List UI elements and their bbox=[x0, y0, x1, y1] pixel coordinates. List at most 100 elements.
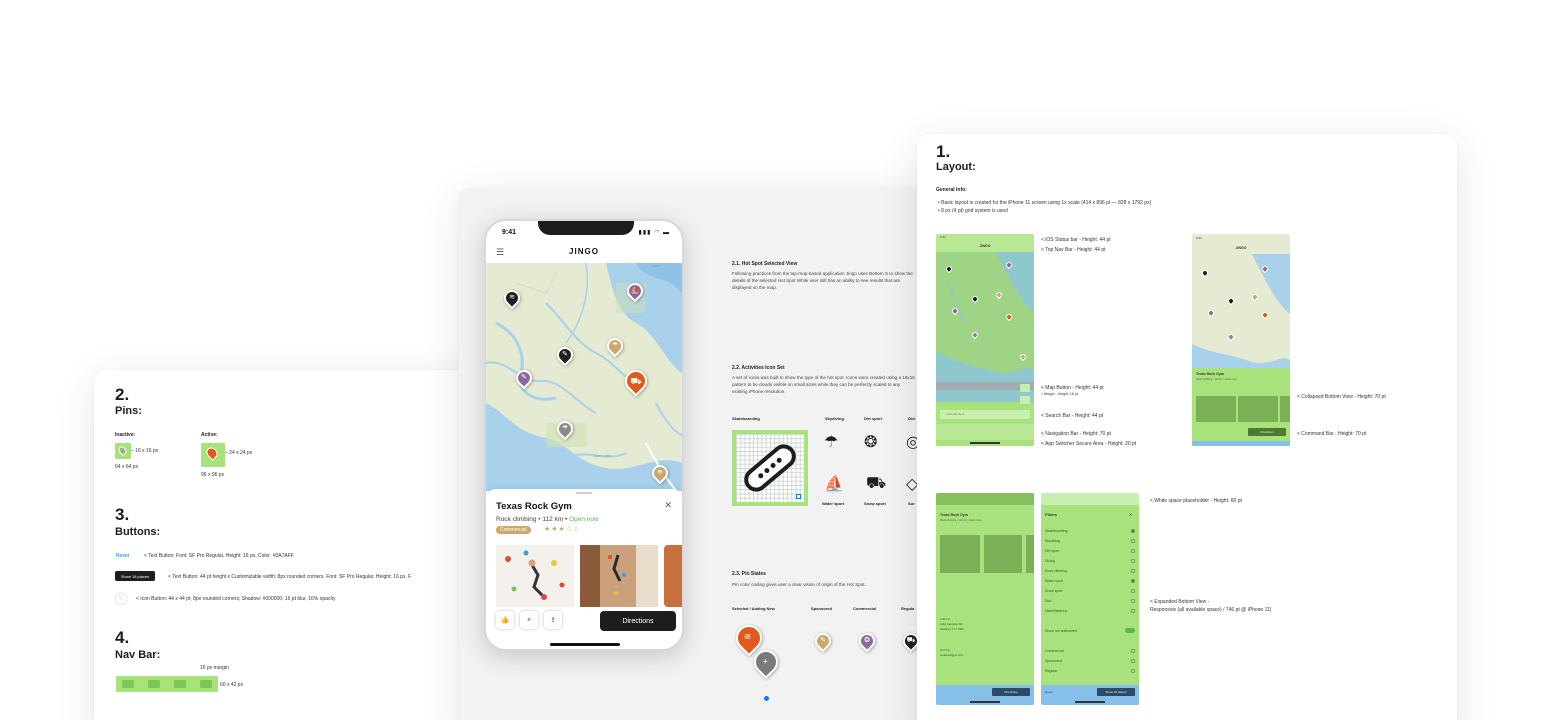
buttons-section-number: 3. bbox=[115, 505, 130, 524]
mock-photo bbox=[984, 535, 1022, 573]
mock-photo bbox=[1196, 396, 1236, 422]
gym-photo-2[interactable] bbox=[580, 545, 658, 607]
dark-button-description: < Text Button: 44 pt height x Customizab… bbox=[168, 574, 412, 580]
icon-label-skateboarding: Skateboarding bbox=[732, 416, 760, 421]
annotation-collapsed-bottom: < Collapsed Bottom View - Height: 70 pt bbox=[1297, 394, 1386, 400]
thumbs-up-icon: 👍 bbox=[500, 617, 510, 624]
mock-status-bar: 9:41 bbox=[936, 234, 1034, 242]
share-button[interactable]: ⇪ bbox=[544, 611, 562, 629]
skateboard-icon bbox=[744, 444, 796, 492]
canvas: 2. Pins: Inactive: – 16 x 16 px 64 x 64 … bbox=[0, 0, 1552, 720]
icon-label-dirt-sport: Dirt sport bbox=[864, 416, 882, 421]
map-view[interactable]: Lake Barr Lake ≋ ⛵ ✎ ☂ ✎ ⛟ ☂ ≋ bbox=[486, 263, 682, 491]
mock-show-places-button: Show 18 places bbox=[1097, 688, 1135, 696]
active-size: – 24 x 24 px bbox=[225, 450, 253, 456]
lightning-icon: ⚡ bbox=[526, 617, 532, 624]
annotation-app-switcher: < App Switcher Secure Area - Height: 20 … bbox=[1041, 441, 1137, 447]
gym-meta: Rock climbing • 112 km • Open now bbox=[496, 516, 599, 523]
mock-checkbox bbox=[1131, 659, 1135, 663]
dirt-sport-icon: ❂ bbox=[864, 637, 870, 644]
pin-states-body: Pin color coding gives user a clear visi… bbox=[732, 582, 866, 587]
status-icons: ▮▮▮ ◠ ▬ bbox=[638, 230, 670, 236]
pin-state-label-sponsored: Sponsored bbox=[811, 606, 832, 611]
annotation-top-nav: < Top Nav Bar - Height: 44 pt bbox=[1041, 247, 1106, 253]
mock-directions-button: Directions bbox=[992, 688, 1030, 696]
mock-white-space bbox=[936, 493, 1034, 505]
diving-icon: ≋ bbox=[657, 469, 663, 476]
icon-label-water-sport: Water sport bbox=[822, 501, 845, 506]
app-brand: JINGO bbox=[569, 247, 599, 256]
mock-map bbox=[936, 252, 1034, 402]
gym-title: Texas Rock Gym bbox=[496, 501, 572, 512]
bottom-sheet: Texas Rock Gym ✕ Rock climbing • 112 km … bbox=[486, 489, 682, 649]
activities-body: A set of icons was built to show the typ… bbox=[732, 375, 915, 394]
close-icon[interactable]: ✕ bbox=[664, 500, 672, 511]
pin-state-label-commercial: Commercial bbox=[853, 606, 876, 611]
active-label: Active: bbox=[201, 432, 218, 438]
icon-label-skydiving: Skydiving bbox=[825, 416, 844, 421]
dirt-sport-icon: ✎ bbox=[521, 374, 527, 381]
annotation-navigation-bar: < Navigation Bar - Height: 70 pt bbox=[1041, 431, 1111, 437]
general-info-label: General Info: bbox=[936, 187, 967, 193]
mock-white-space bbox=[1041, 493, 1139, 505]
reset-text-button[interactable]: Reset bbox=[116, 553, 129, 559]
layout-mock-main: 9:41 JINGO Find Hot Spot bbox=[936, 234, 1034, 446]
nav-tab[interactable] bbox=[148, 680, 160, 688]
sheet-grabber[interactable] bbox=[576, 492, 592, 494]
open-status: Open now bbox=[569, 516, 599, 523]
annotation-white-space: < White space placeholder - Height: 60 p… bbox=[1150, 498, 1242, 504]
mock-photo bbox=[1026, 535, 1034, 573]
buttons-section-title: Buttons: bbox=[115, 526, 161, 538]
heart-icon-button[interactable]: ♡ bbox=[116, 594, 126, 604]
navbar-section-title: Nav Bar: bbox=[115, 649, 161, 661]
inactive-label: Inactive: bbox=[115, 432, 136, 438]
annotation-command-bar: < Command Bar - Height: 70 pt bbox=[1297, 431, 1367, 437]
hot-spot-body: Following practices from the top-map-bas… bbox=[732, 271, 913, 290]
mock-photo bbox=[940, 535, 980, 573]
dirt-sport-icon: ✎ bbox=[820, 637, 826, 644]
navbar-size-note: 60 x 42 px bbox=[220, 682, 244, 688]
status-time: 9:41 bbox=[502, 229, 517, 236]
annotation-map-button: < Map Button - Height: 44 pt bbox=[1041, 385, 1104, 391]
directions-button[interactable]: Directions bbox=[600, 611, 676, 631]
nav-tab[interactable] bbox=[122, 680, 134, 688]
mock-checkbox bbox=[1131, 559, 1135, 563]
pin-states-heading: 2.3. Pin States bbox=[732, 571, 766, 577]
climbing-wall-image bbox=[496, 545, 574, 607]
inactive-size: – 16 x 16 px bbox=[131, 448, 159, 454]
mock-collapsed-sheet: Texas Rock Gym Rock climbing • 112 km • … bbox=[1192, 368, 1290, 446]
mock-home-indicator bbox=[970, 701, 1000, 703]
mock-command-bar: Directions bbox=[936, 685, 1034, 705]
like-button[interactable]: 👍 bbox=[496, 611, 514, 629]
nav-tab[interactable] bbox=[174, 680, 186, 688]
mock-home-indicator bbox=[970, 442, 1000, 444]
commercial-badge: Commercial bbox=[496, 526, 531, 534]
water-icon: ≋ bbox=[743, 631, 752, 642]
mock-map-button bbox=[1020, 384, 1030, 392]
snow-sport-icon: ⛟ bbox=[866, 475, 887, 492]
mock-checkbox bbox=[1131, 569, 1135, 573]
nav-tab[interactable] bbox=[200, 680, 212, 688]
snow-sport-icon: ⛟ bbox=[906, 637, 916, 644]
mock-checkbox bbox=[1131, 609, 1135, 613]
rating-stars: ★★★☆☆ bbox=[544, 526, 581, 533]
show-places-button[interactable]: Show 18 places bbox=[115, 571, 155, 581]
icon-label-diving: Divi bbox=[908, 416, 916, 421]
mock-checkbox bbox=[1131, 669, 1135, 673]
grid-anchor bbox=[796, 494, 801, 499]
pins-section-number: 2. bbox=[115, 385, 130, 404]
mock-checkbox bbox=[1131, 549, 1135, 553]
skydiving-icon: ☂ bbox=[561, 425, 569, 432]
inactive-frame-size: 64 x 64 px bbox=[115, 464, 139, 470]
dirt-sport-icon: ❂ bbox=[864, 434, 878, 451]
layout-section-number: 1. bbox=[936, 142, 951, 161]
gym-photo-3[interactable] bbox=[664, 545, 682, 607]
water-sport-icon: ⛵ bbox=[824, 476, 844, 493]
pin-state-label-selected: Selected / Adding New bbox=[732, 606, 775, 611]
gym-photo-1[interactable] bbox=[496, 545, 574, 607]
icon-button-description: < Icon Button: 44 x 44 pt; 8px rounded c… bbox=[136, 596, 336, 602]
mock-checkbox bbox=[1131, 599, 1135, 603]
annotation-search-bar: < Search Bar - Height: 44 pt bbox=[1041, 413, 1104, 419]
layout-mock-filters: Filters ✕ Skateboarding Skydiving Dirt s… bbox=[1041, 493, 1139, 705]
boost-button[interactable]: ⚡ bbox=[520, 611, 538, 629]
